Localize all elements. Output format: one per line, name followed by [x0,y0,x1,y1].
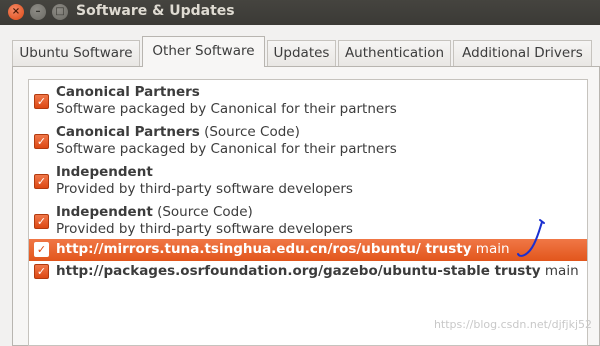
source-suffix: main [540,263,579,279]
maximize-button[interactable]: □ [52,4,68,20]
source-name: Independent [56,204,153,220]
list-item[interactable]: ✓ Independent Provided by third-party so… [29,162,587,202]
source-title: Independent (Source Code) [56,204,253,220]
sources-list: ✓ Canonical Partners Software packaged b… [28,79,588,346]
watermark: https://blog.csdn.net/djfjkj52 [433,318,592,331]
source-name: Canonical Partners [56,124,200,140]
source-name: http://packages.osrfoundation.org/gazebo… [56,263,541,279]
source-title: http://packages.osrfoundation.org/gazebo… [56,263,579,279]
close-button[interactable]: × [8,4,24,20]
tab-bar: Ubuntu Software Other Software Updates A… [12,36,600,67]
tab-ubuntu-software[interactable]: Ubuntu Software [12,40,140,66]
check-icon[interactable]: ✓ [34,264,49,279]
tab-additional-drivers[interactable]: Additional Drivers [453,40,592,66]
pen-scribble-icon [517,219,545,257]
minimize-button[interactable]: – [30,4,46,20]
source-title: Canonical Partners (Source Code) [56,124,300,140]
source-title: Independent [56,164,153,180]
check-icon[interactable]: ✓ [34,214,49,229]
source-description: Software packaged by Canonical for their… [56,141,397,157]
tab-authentication[interactable]: Authentication [338,40,451,66]
source-description: Software packaged by Canonical for their… [56,101,397,117]
source-name: Canonical Partners [56,84,200,100]
source-title: Canonical Partners [56,84,200,100]
check-icon[interactable]: ✓ [34,174,49,189]
list-item[interactable]: ✓ Canonical Partners (Source Code) Softw… [29,122,587,162]
source-description: Provided by third-party software develop… [56,181,353,197]
source-suffix: (Source Code) [199,124,300,140]
list-item[interactable]: ✓ Canonical Partners Software packaged b… [29,82,587,122]
title-bar: × – □ Software & Updates [0,0,600,25]
check-icon[interactable]: ✓ [34,94,49,109]
list-item[interactable]: ✓ Independent (Source Code) Provided by … [29,202,587,242]
source-name: http://mirrors.tuna.tsinghua.edu.cn/ros/… [56,241,472,257]
list-item[interactable]: ✓ http://packages.osrfoundation.org/gaze… [29,261,587,283]
tab-updates[interactable]: Updates [267,40,336,66]
check-icon[interactable]: ✓ [34,134,49,149]
source-suffix: (Source Code) [152,204,253,220]
source-title: http://mirrors.tuna.tsinghua.edu.cn/ros/… [56,241,510,257]
source-suffix: main [471,241,510,257]
check-icon[interactable]: ✓ [34,242,49,257]
list-item-selected[interactable]: ✓ http://mirrors.tuna.tsinghua.edu.cn/ro… [29,239,587,261]
source-name: Independent [56,164,153,180]
source-description: Provided by third-party software develop… [56,221,353,237]
window-title: Software & Updates [76,3,235,19]
tab-other-software[interactable]: Other Software [142,36,265,67]
